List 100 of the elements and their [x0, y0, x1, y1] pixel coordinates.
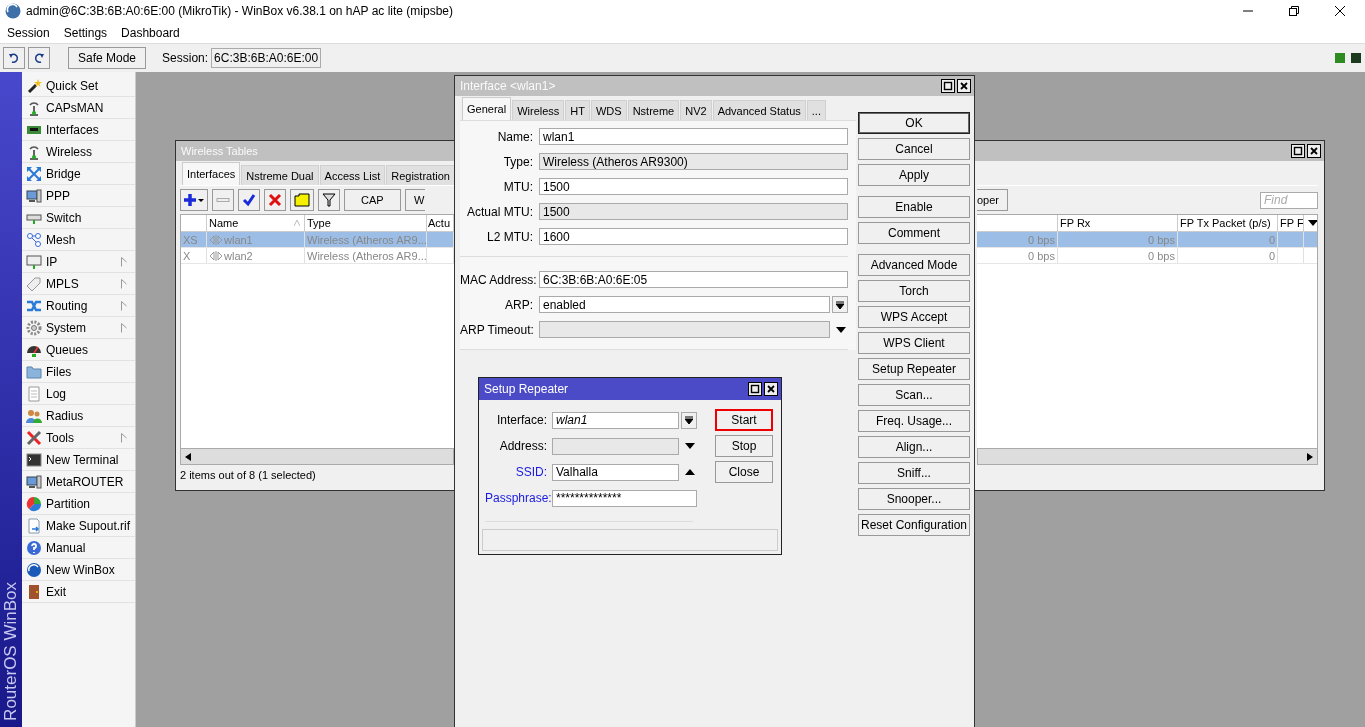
maximize-icon[interactable] — [1291, 144, 1305, 158]
menu-item[interactable]: Session — [0, 25, 57, 40]
sidebar-item[interactable]: MetaROUTER — [22, 471, 135, 493]
action-button[interactable]: Comment — [858, 222, 970, 244]
dropdown-arrow-icon[interactable] — [685, 443, 695, 449]
sidebar-item[interactable]: Log — [22, 383, 135, 405]
input-field[interactable]: 1500 — [539, 178, 848, 195]
scroll-right-icon[interactable] — [1306, 452, 1314, 461]
sidebar-item[interactable]: Radius — [22, 405, 135, 427]
sidebar-item[interactable]: Quick Set — [22, 75, 135, 97]
sidebar-item[interactable]: Exit — [22, 581, 135, 603]
action-button[interactable]: OK — [858, 112, 970, 134]
tab[interactable]: WDS — [591, 100, 627, 120]
sidebar-item[interactable]: PPP — [22, 185, 135, 207]
input-field[interactable]: wlan1 — [539, 128, 848, 145]
dropdown-field[interactable] — [539, 321, 830, 338]
sidebar-item[interactable]: Bridge — [22, 163, 135, 185]
toolbar-button[interactable]: oper — [977, 189, 1009, 211]
redo-button[interactable] — [28, 47, 50, 69]
action-button[interactable]: Enable — [858, 196, 970, 218]
action-button[interactable]: Reset Configuration — [858, 514, 970, 536]
scroll-left-icon[interactable] — [184, 452, 192, 461]
action-button[interactable]: Apply — [858, 164, 970, 186]
sidebar-item[interactable]: Files — [22, 361, 135, 383]
sidebar-item[interactable]: Wireless — [22, 141, 135, 163]
column-header[interactable]: FP F — [1278, 215, 1304, 231]
tab[interactable]: ... — [806, 100, 826, 120]
menu-item[interactable]: Settings — [56, 25, 115, 40]
toolbar-button[interactable]: CAP — [344, 189, 401, 211]
action-button[interactable]: Align... — [858, 436, 970, 458]
menu-item[interactable]: Dashboard — [114, 25, 187, 40]
action-button[interactable]: WPS Client — [858, 332, 970, 354]
action-button[interactable]: Cancel — [858, 138, 970, 160]
dropdown-button[interactable] — [681, 411, 697, 429]
dropdown-field[interactable]: wlan1 — [552, 411, 679, 429]
sidebar-item[interactable]: IP — [22, 251, 135, 273]
tab[interactable]: Advanced Status — [712, 100, 806, 120]
close-icon[interactable] — [764, 382, 778, 396]
action-button[interactable]: Torch — [858, 280, 970, 302]
column-header[interactable]: Type — [305, 215, 427, 231]
input-field[interactable]: Wireless (Atheros AR9300) — [539, 153, 848, 170]
sidebar-item[interactable]: Interfaces — [22, 119, 135, 141]
close-icon[interactable] — [1307, 144, 1321, 158]
maximize-icon[interactable] — [748, 382, 762, 396]
tab[interactable]: Nstreme Dual — [241, 165, 319, 185]
sidebar-item[interactable]: Make Supout.rif — [22, 515, 135, 537]
tab[interactable]: NV2 — [680, 100, 712, 120]
sidebar-item[interactable]: Manual — [22, 537, 135, 559]
action-button[interactable]: Sniff... — [858, 462, 970, 484]
find-field[interactable]: Find — [1260, 191, 1318, 209]
filter-button[interactable] — [318, 189, 340, 211]
input-field[interactable]: 1500 — [539, 203, 848, 220]
tab[interactable]: Nstreme — [627, 100, 680, 120]
sidebar-item[interactable]: MPLS — [22, 273, 135, 295]
session-field[interactable]: 6C:3B:6B:A0:6E:00 — [211, 48, 322, 68]
action-button[interactable]: Scan... — [858, 384, 970, 406]
dropdown-field[interactable]: enabled — [539, 296, 830, 313]
restore-icon[interactable] — [1289, 6, 1299, 16]
close-icon[interactable] — [1335, 6, 1345, 16]
action-button[interactable]: Advanced Mode — [858, 254, 970, 276]
close-icon[interactable] — [957, 79, 971, 93]
sidebar-item[interactable]: CAPsMAN — [22, 97, 135, 119]
action-button[interactable]: Snooper... — [858, 488, 970, 510]
action-button[interactable]: Freq. Usage... — [858, 410, 970, 432]
tab[interactable]: Interfaces — [182, 162, 241, 185]
password-field[interactable]: ************** — [552, 489, 697, 507]
sidebar-item[interactable]: Tools — [22, 427, 135, 449]
input-field[interactable]: 1600 — [539, 228, 848, 245]
maximize-icon[interactable] — [941, 79, 955, 93]
dropdown-arrow-icon[interactable] — [836, 326, 846, 333]
action-button[interactable]: WPS Accept — [858, 306, 970, 328]
action-button[interactable]: Close — [715, 461, 773, 483]
column-header[interactable]: FP Tx Packet (p/s) — [1178, 215, 1278, 231]
sidebar-item[interactable]: Mesh — [22, 229, 135, 251]
sidebar-item[interactable]: New WinBox — [22, 559, 135, 581]
add-button[interactable] — [180, 189, 208, 211]
column-header[interactable]: FP Rx — [1058, 215, 1178, 231]
comment-button[interactable] — [290, 189, 314, 211]
undo-button[interactable] — [3, 47, 25, 69]
dropdown-button[interactable] — [832, 296, 848, 313]
tab[interactable]: General — [462, 97, 512, 120]
safe-mode-button[interactable]: Safe Mode — [68, 47, 147, 69]
sidebar-item[interactable]: Queues — [22, 339, 135, 361]
enable-button[interactable] — [238, 189, 260, 211]
collapse-arrow-icon[interactable] — [685, 469, 695, 475]
sidebar-item[interactable]: Switch — [22, 207, 135, 229]
dropdown-field[interactable] — [552, 437, 679, 455]
tab[interactable]: Access List — [319, 165, 386, 185]
sidebar-item[interactable]: System — [22, 317, 135, 339]
sidebar-item[interactable]: New Terminal — [22, 449, 135, 471]
column-header[interactable]: Name — [207, 215, 305, 231]
sidebar-item[interactable]: Routing — [22, 295, 135, 317]
input-field[interactable]: Valhalla — [552, 463, 679, 481]
input-field[interactable]: 6C:3B:6B:A0:6E:05 — [539, 271, 848, 288]
tab[interactable]: Wireless — [512, 100, 565, 120]
tab[interactable]: HT — [565, 100, 590, 120]
sidebar-item[interactable]: Partition — [22, 493, 135, 515]
tab[interactable]: Registration — [386, 165, 454, 185]
action-button[interactable]: Start — [715, 409, 773, 431]
disable-button[interactable] — [264, 189, 286, 211]
